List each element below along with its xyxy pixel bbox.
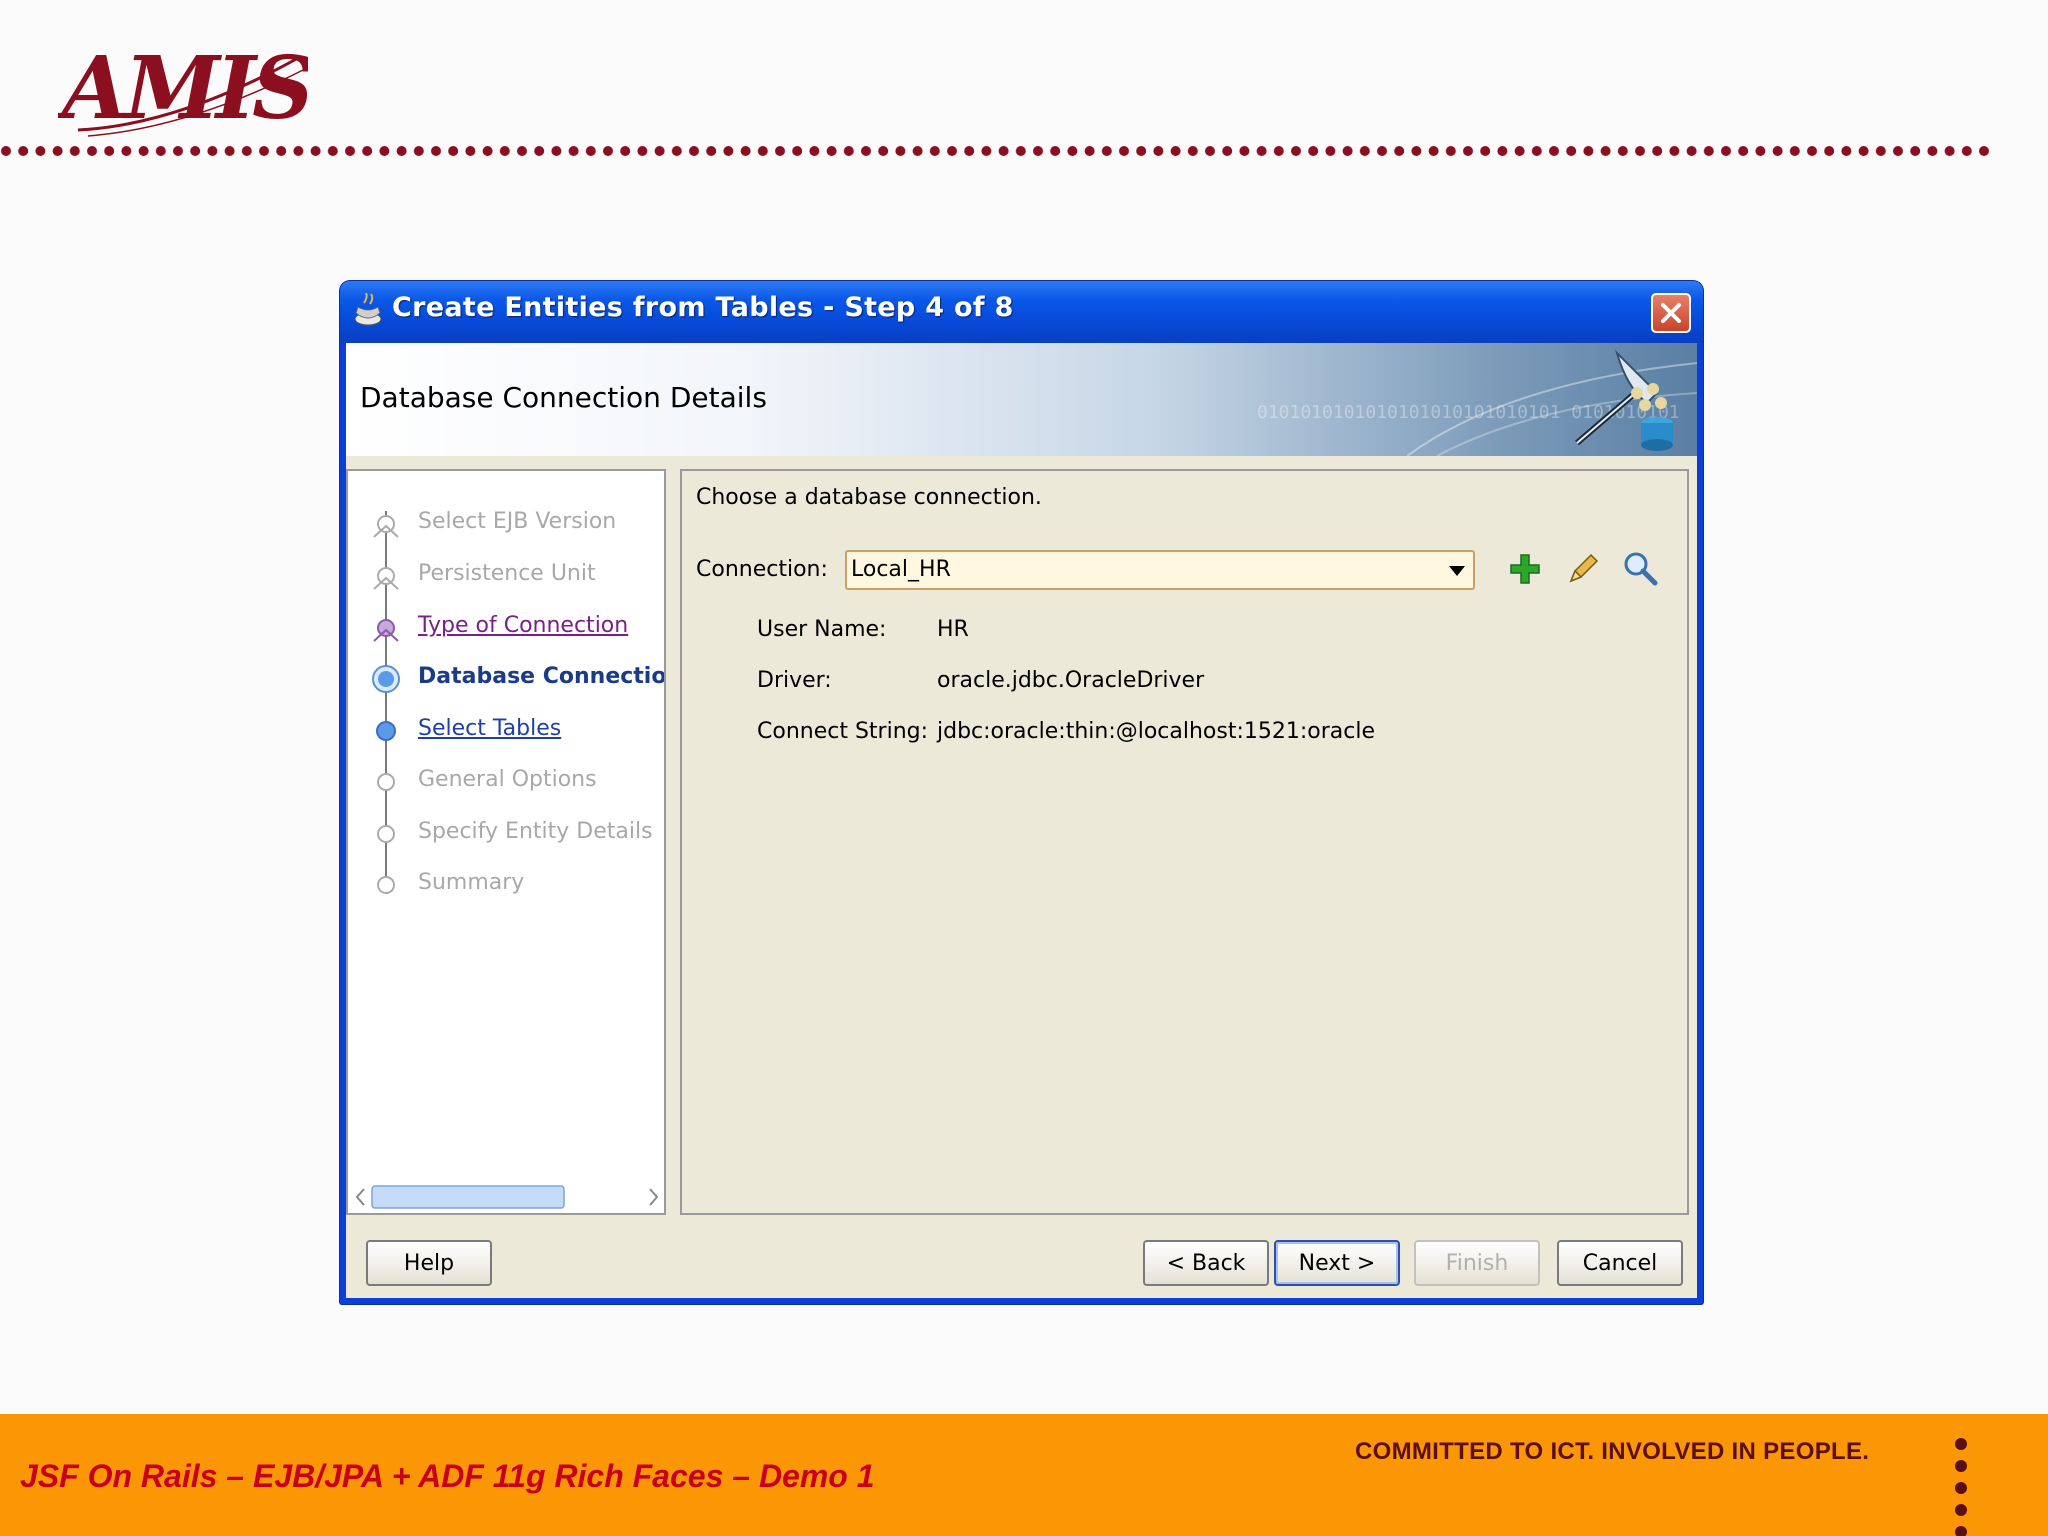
step-marker-6 (377, 773, 395, 791)
step-type-of-connection[interactable]: Type of Connection (418, 613, 628, 638)
close-icon (1661, 303, 1681, 323)
step-select-tables[interactable]: Select Tables (418, 716, 561, 741)
finish-button: Finish (1414, 1240, 1540, 1286)
amis-logo: AMIS (58, 38, 308, 139)
nav-horizontal-scrollbar[interactable] (354, 1183, 658, 1211)
step-marker-7 (377, 825, 395, 843)
close-button[interactable] (1651, 293, 1691, 333)
presentation-title: JSF On Rails – EJB/JPA + ADF 11g Rich Fa… (20, 1458, 875, 1494)
step-summary: Summary (418, 870, 525, 895)
java-cup-icon (354, 293, 382, 326)
step-select-ejb-version: Select EJB Version (418, 509, 617, 534)
company-slogan: COMMITTED TO ICT. INVOLVED IN PEOPLE. (1355, 1438, 1870, 1465)
slide-footer: JSF On Rails – EJB/JPA + ADF 11g Rich Fa… (0, 1414, 2048, 1536)
instruction-text: Choose a database connection. (696, 485, 1042, 510)
chevron-down-icon[interactable] (1449, 566, 1465, 576)
step-marker-8 (377, 876, 395, 894)
footer-dots-decoration (1955, 1438, 1967, 1536)
cancel-button[interactable]: Cancel (1557, 1240, 1683, 1286)
help-button[interactable]: Help (366, 1240, 492, 1286)
svg-text:AMIS: AMIS (58, 38, 308, 139)
wizard-dialog: Create Entities from Tables - Step 4 of … (340, 281, 1703, 1304)
driver-value: oracle.jdbc.OracleDriver (937, 668, 1205, 693)
dialog-body: Database Connection Details 010101010101… (346, 343, 1697, 1298)
connect-string-label: Connect String: (757, 719, 929, 744)
driver-label: Driver: (757, 668, 832, 693)
connection-dropdown[interactable]: Local_HR (845, 550, 1475, 590)
add-icon[interactable] (1505, 549, 1545, 589)
scroll-right-icon[interactable] (649, 1188, 658, 1206)
scroll-left-icon[interactable] (355, 1188, 365, 1206)
step-marker-4-current (372, 665, 400, 693)
dialog-title: Create Entities from Tables - Step 4 of … (392, 292, 1014, 323)
step-connector-graphic (372, 511, 400, 894)
page-title: Database Connection Details (360, 381, 767, 414)
step-general-options: General Options (418, 767, 597, 792)
user-name-value: HR (937, 617, 969, 642)
step-specify-entity-details: Specify Entity Details (418, 819, 653, 844)
scrollbar-thumb[interactable] (371, 1185, 565, 1209)
connection-selected-value: Local_HR (851, 557, 951, 582)
title-bar[interactable]: Create Entities from Tables - Step 4 of … (340, 281, 1703, 343)
wizard-steps-panel: Select EJB Version Persistence Unit Type… (346, 469, 666, 1215)
step-persistence-unit: Persistence Unit (418, 561, 596, 586)
user-name-label: User Name: (757, 617, 887, 642)
step-database-connection[interactable]: Database Connectio (418, 664, 664, 689)
step-marker-5 (376, 721, 396, 741)
edit-icon[interactable] (1563, 549, 1603, 589)
connect-string-value: jdbc:oracle:thin:@localhost:1521:oracle (937, 719, 1376, 744)
header-banner: Database Connection Details 010101010101… (346, 343, 1697, 456)
next-button[interactable]: Next > (1274, 1240, 1400, 1286)
back-button[interactable]: < Back (1143, 1240, 1269, 1286)
header-divider (0, 144, 1995, 158)
search-icon[interactable] (1621, 549, 1661, 589)
connection-details-panel: Choose a database connection. Connection… (680, 469, 1689, 1215)
connection-label: Connection: (696, 557, 828, 582)
database-wizard-graphic: 0101010101010101010101010101 0101010101 (1257, 349, 1697, 456)
